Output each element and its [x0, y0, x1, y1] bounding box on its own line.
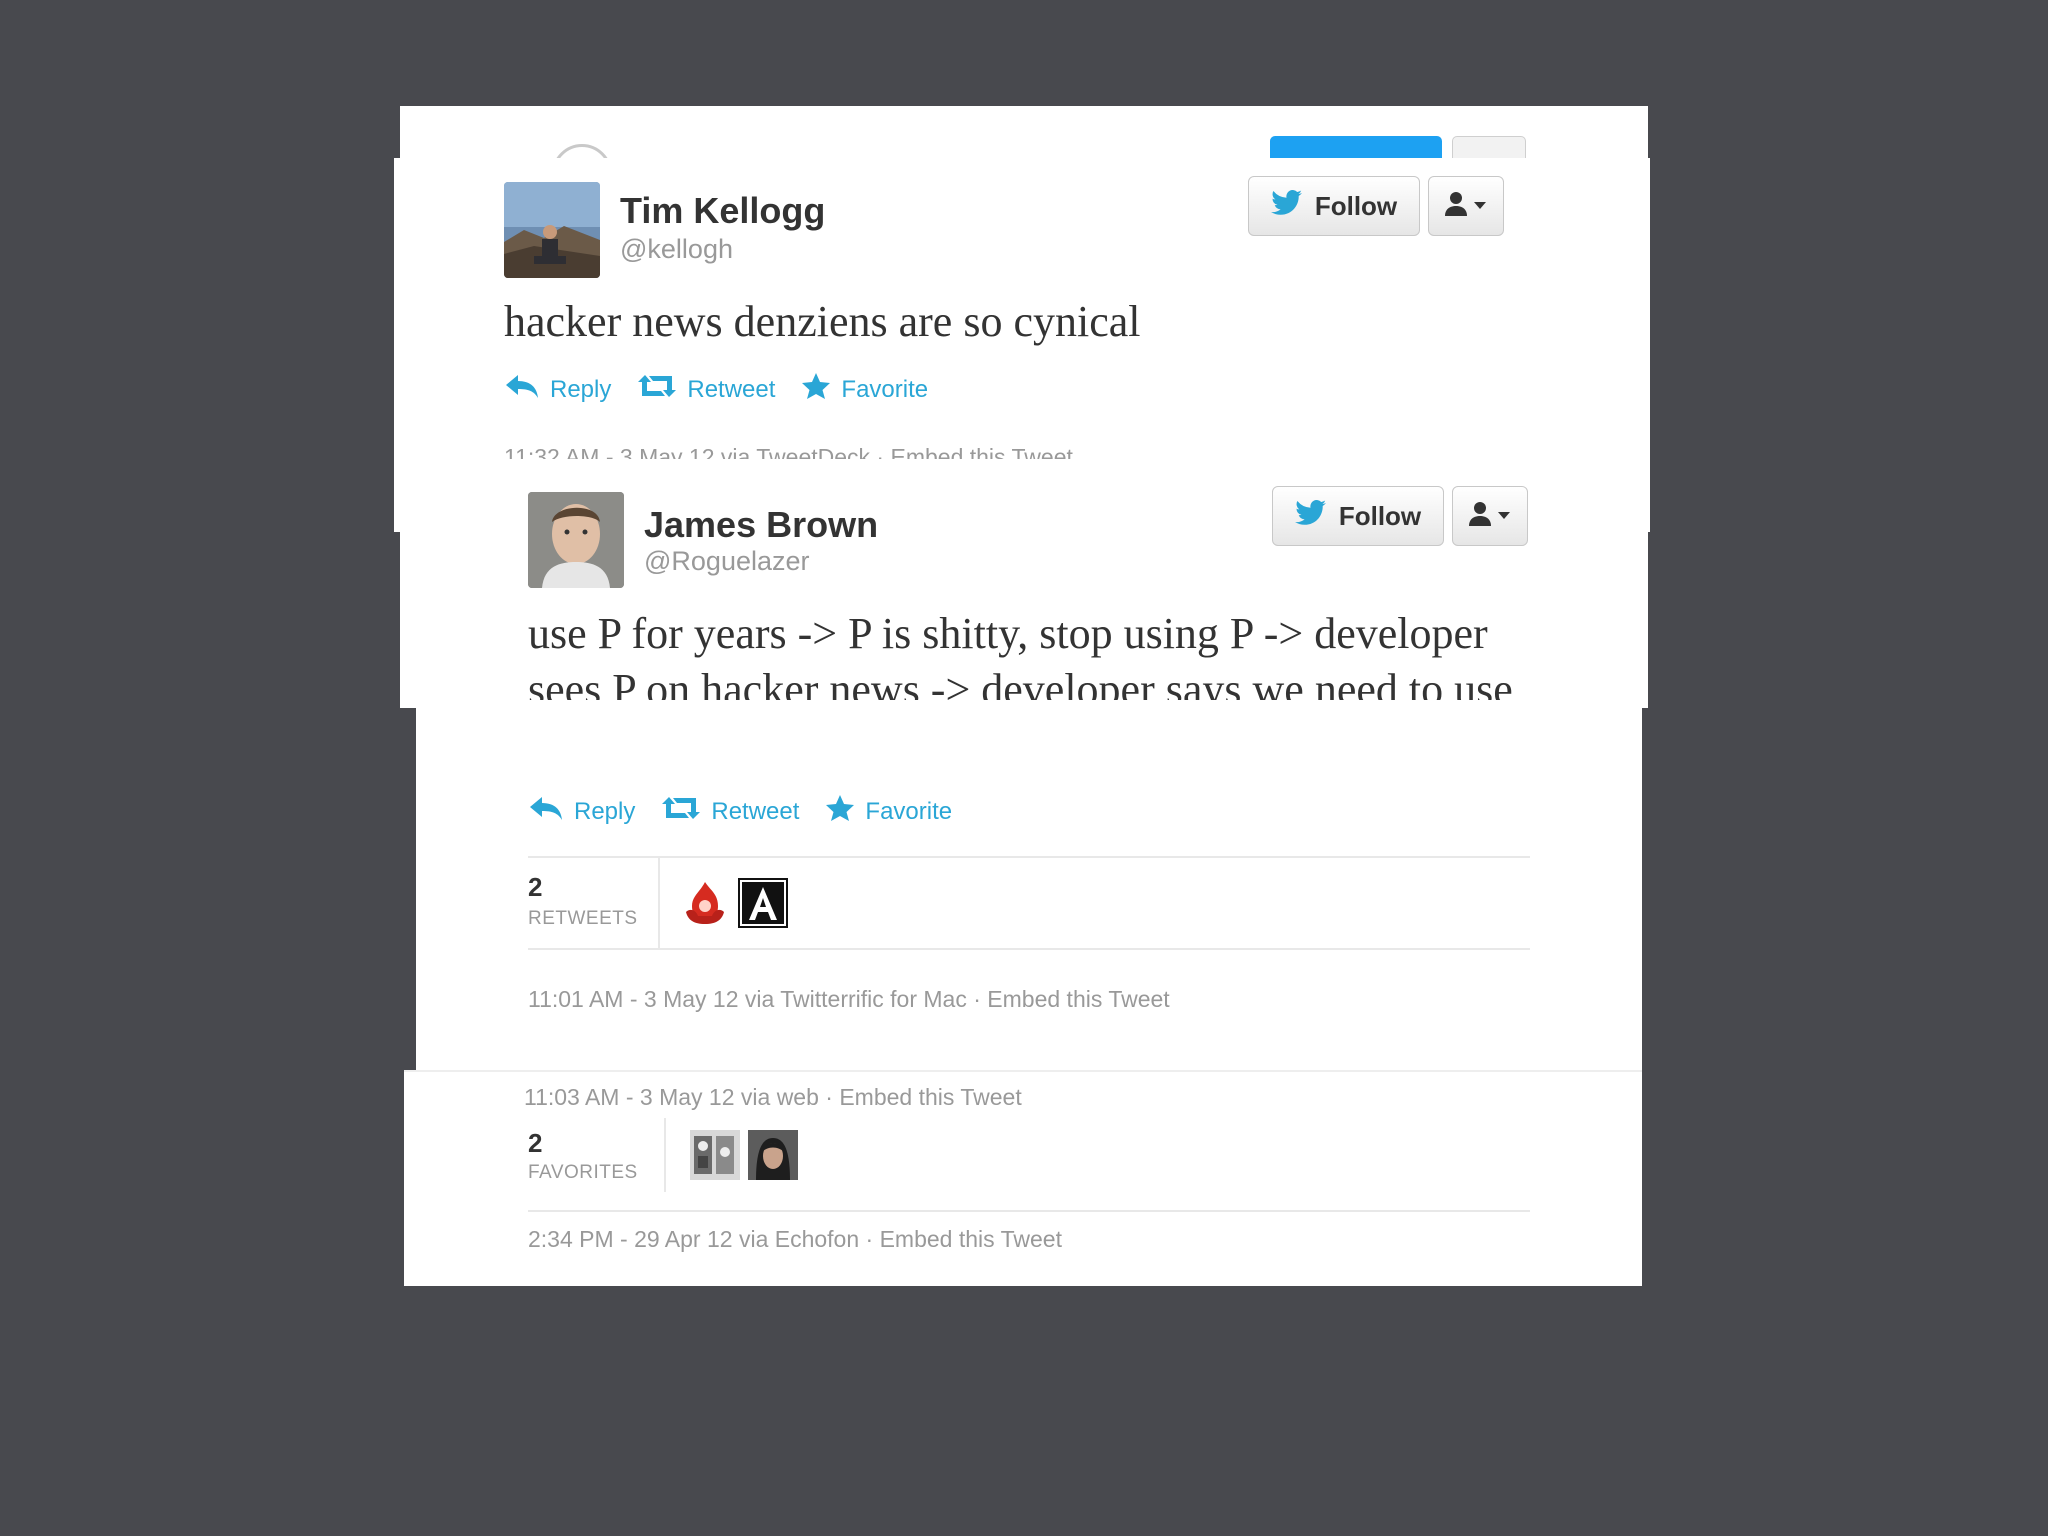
retweet-icon	[661, 795, 701, 828]
reply-label: Reply	[550, 375, 612, 403]
user-dropdown-icon	[1468, 500, 1512, 533]
tweet-actions: Reply Retweet Favorite	[528, 794, 952, 829]
reply-action[interactable]: Reply	[528, 795, 635, 828]
star-icon	[801, 372, 831, 407]
twitter-bird-icon	[1270, 189, 1303, 223]
author-handle[interactable]: @Roguelazer	[644, 546, 810, 577]
stat-divider	[658, 858, 660, 948]
tweet-card-james-brown-details: Reply Retweet Favorite 2 RETWEETS 11:01 …	[416, 700, 1642, 1086]
author-handle[interactable]: @kellogh	[620, 234, 733, 265]
reply-label: Reply	[574, 797, 636, 825]
reply-icon	[504, 373, 540, 406]
favoriter-avatar[interactable]	[690, 1130, 740, 1180]
favorites-label: FAVORITES	[528, 1162, 638, 1183]
favorites-stats: 2 FAVORITES	[528, 1118, 1530, 1212]
reply-action[interactable]: Reply	[504, 373, 611, 406]
follow-button-label: Follow	[1338, 500, 1422, 531]
follow-button-label: Follow	[1314, 190, 1398, 221]
tweet-card-james-brown: James Brown @Roguelazer Follow use P for…	[400, 462, 1648, 708]
tweet-card-favorites: 11:03 AM - 3 May 12 via web · Embed this…	[404, 1070, 1642, 1286]
user-dropdown-icon	[1444, 190, 1488, 223]
retweeter-avatar[interactable]	[738, 878, 788, 928]
avatar[interactable]	[528, 492, 624, 588]
follow-button[interactable]: Follow	[1248, 176, 1420, 236]
retweet-action[interactable]: Retweet	[661, 795, 799, 828]
twitter-bird-icon	[1294, 499, 1327, 533]
favorite-label: Favorite	[841, 375, 929, 403]
retweeter-avatar[interactable]	[680, 878, 730, 928]
retweets-label: RETWEETS	[528, 908, 638, 929]
follow-button[interactable]: Follow	[1272, 486, 1444, 546]
tweet-actions: Reply Retweet Favorite	[504, 372, 928, 407]
author-name[interactable]: James Brown	[644, 504, 878, 546]
retweet-label: Retweet	[687, 375, 776, 403]
tweet-text: use P for years -> P is shitty, stop usi…	[528, 609, 1513, 708]
favoriter-avatar[interactable]	[748, 1130, 798, 1180]
tweet-meta[interactable]: 11:01 AM - 3 May 12 via Twitterrific for…	[528, 986, 1170, 1013]
avatar[interactable]	[504, 182, 600, 278]
retweet-label: Retweet	[711, 797, 800, 825]
tweet-text: hacker news denziens are so cynical	[504, 297, 1141, 346]
separator	[404, 1070, 1642, 1072]
user-actions-dropdown[interactable]	[1428, 176, 1504, 236]
user-actions-dropdown[interactable]	[1452, 486, 1528, 546]
favorite-action[interactable]: Favorite	[801, 372, 928, 407]
author-name[interactable]: Tim Kellogg	[620, 190, 825, 232]
retweets-count[interactable]: 2	[528, 872, 542, 903]
retweet-icon	[637, 373, 677, 406]
favorites-count[interactable]: 2	[528, 1128, 542, 1159]
favorite-label: Favorite	[865, 797, 953, 825]
star-icon	[825, 794, 855, 829]
tweet-meta[interactable]: 2:34 PM - 29 Apr 12 via Echofon · Embed …	[528, 1226, 1062, 1253]
retweets-stats: 2 RETWEETS	[528, 856, 1530, 950]
retweet-action[interactable]: Retweet	[637, 373, 775, 406]
tweet-meta[interactable]: 11:03 AM - 3 May 12 via web · Embed this…	[524, 1084, 1022, 1111]
favorite-action[interactable]: Favorite	[825, 794, 952, 829]
reply-icon	[528, 795, 564, 828]
stat-divider	[664, 1118, 666, 1192]
